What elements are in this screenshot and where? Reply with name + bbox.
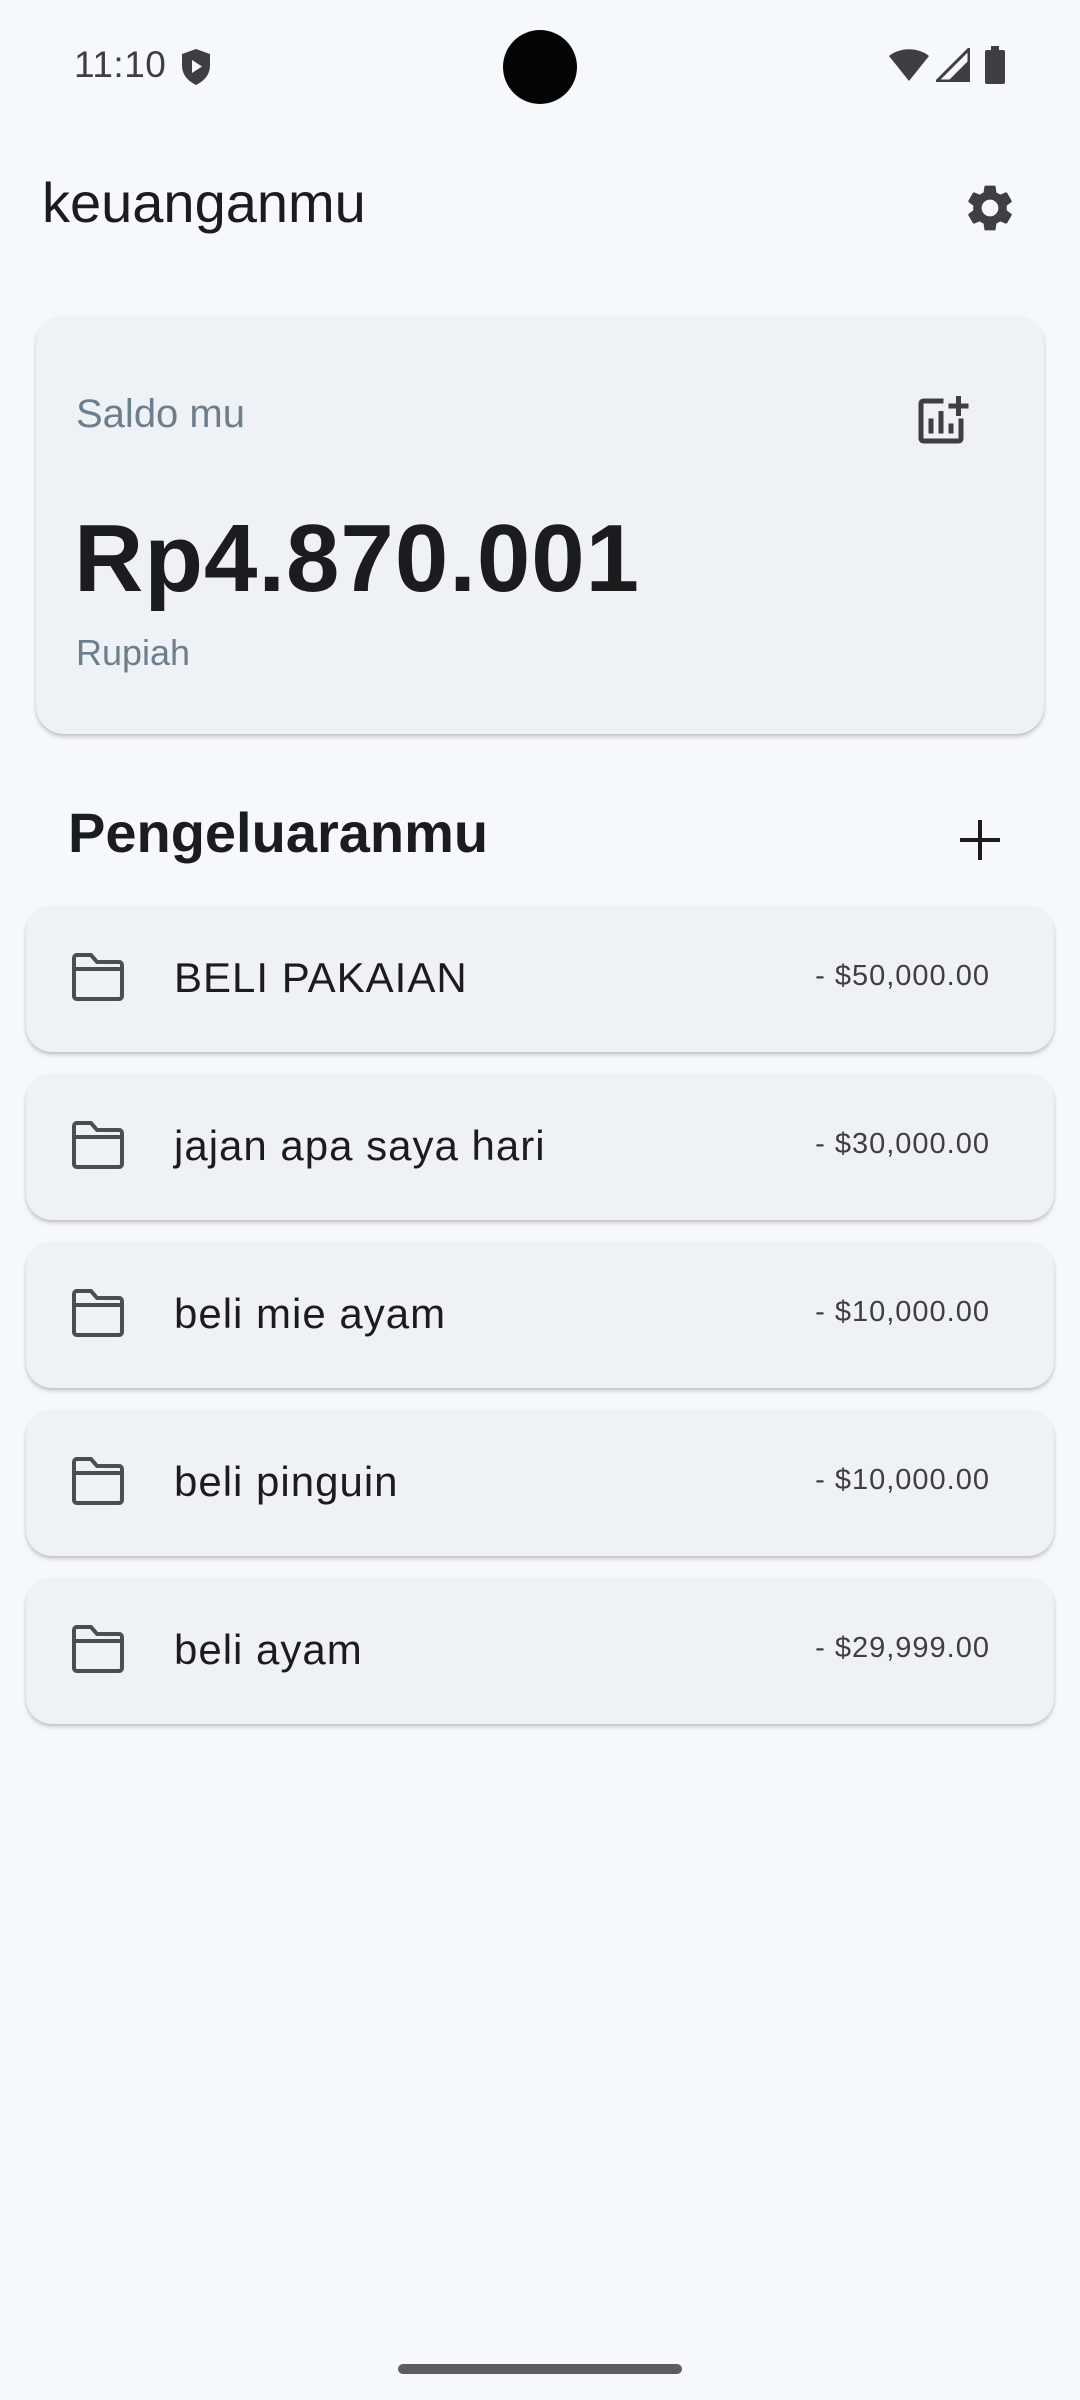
shield-play-icon: [182, 49, 210, 85]
expense-title: beli ayam: [174, 1626, 363, 1673]
expenses-title: Pengeluaranmu: [68, 801, 489, 864]
expense-item[interactable]: BELI PAKAIAN - $50,000.00: [26, 906, 1054, 1052]
folder-icon: [72, 1121, 124, 1169]
gear-icon: [968, 185, 1012, 231]
expense-list: BELI PAKAIAN - $50,000.00 jajan apa saya…: [26, 906, 1054, 1746]
status-time: 11:10: [74, 44, 167, 85]
folder-icon: [72, 1289, 124, 1337]
expense-amount: - $50,000.00: [815, 960, 990, 992]
expense-title: jajan apa saya hari: [174, 1122, 546, 1169]
expense-item[interactable]: jajan apa saya hari - $30,000.00: [26, 1074, 1054, 1220]
balance-currency: Rupiah: [76, 632, 191, 673]
balance-amount: Rp4.870.001: [74, 505, 641, 612]
battery-icon: [985, 46, 1005, 84]
folder-icon: [72, 1457, 124, 1505]
app-title: keuanganmu: [42, 171, 366, 234]
expense-amount: - $29,999.00: [815, 1632, 990, 1664]
balance-card: Saldo mu Rp4.870.001 Rupiah: [36, 316, 1044, 734]
expense-item[interactable]: beli mie ayam - $10,000.00: [26, 1242, 1054, 1388]
expense-amount: - $30,000.00: [815, 1128, 990, 1160]
expense-title: beli mie ayam: [174, 1290, 447, 1337]
folder-icon: [72, 953, 124, 1001]
app-screen: 11:10 keuanganmu Saldo mu Rp4.870.001 Ru…: [0, 0, 1080, 2400]
signal-icon: [936, 48, 970, 82]
plus-icon: [960, 820, 1000, 860]
expense-title: BELI PAKAIAN: [174, 954, 468, 1001]
wifi-icon: [889, 49, 929, 81]
add-expense-button[interactable]: [942, 802, 1018, 878]
settings-button[interactable]: [950, 168, 1030, 248]
add-chart-icon: [918, 396, 969, 444]
expense-title: beli pinguin: [174, 1458, 399, 1505]
home-indicator[interactable]: [398, 2364, 682, 2374]
balance-label: Saldo mu: [76, 392, 245, 436]
expense-amount: - $10,000.00: [815, 1296, 990, 1328]
folder-icon: [72, 1625, 124, 1673]
add-chart-button[interactable]: [906, 386, 976, 456]
expense-item[interactable]: beli ayam - $29,999.00: [26, 1578, 1054, 1724]
status-bar: 11:10: [0, 0, 1080, 132]
expense-amount: - $10,000.00: [815, 1464, 990, 1496]
expense-item[interactable]: beli pinguin - $10,000.00: [26, 1410, 1054, 1556]
camera-cutout: [503, 30, 577, 104]
